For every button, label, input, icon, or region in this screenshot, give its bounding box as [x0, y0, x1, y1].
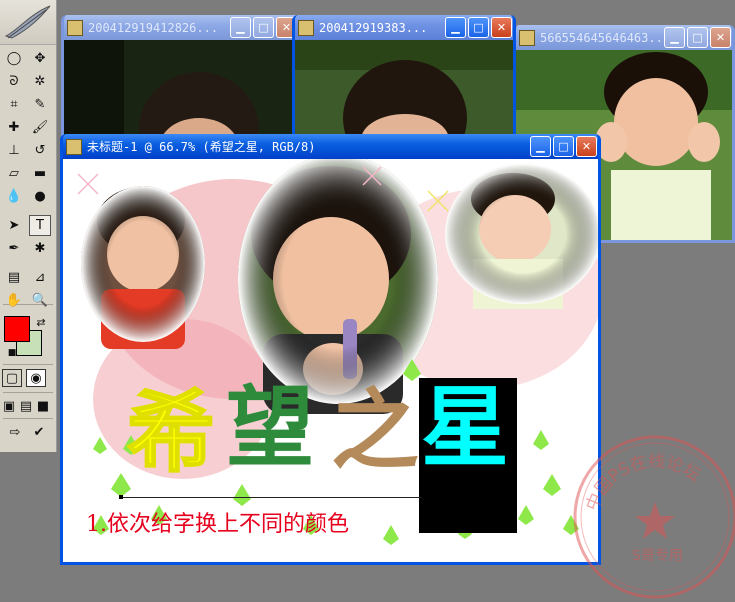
screen-mode-standard-icon[interactable]: ▣ — [1, 396, 17, 417]
close-button[interactable]: ✕ — [576, 136, 597, 157]
document-icon — [66, 138, 82, 155]
toolbox-panel: ⇄ ■ ▢ ◉ ▣ ▤ ■ ⇨ ✔ ◯ ✥ ᘐ ✲ ⌗ ✎ ✚ 🖌 ⊥ ↺ ▱ ▬ 💧 ● ➤ T ✒ ✱ ▤ ⊿ ✋ 🔍 — [0, 0, 57, 452]
gradient-tool-icon[interactable]: ▬ — [29, 163, 51, 184]
default-colors-icon[interactable]: ■ — [1, 342, 23, 363]
screen-mode-full-menu-icon[interactable]: ▤ — [18, 396, 34, 417]
window-title: 未标题-1 @ 66.7% (希望之星, RGB/8) — [87, 140, 316, 154]
tutorial-caption: 1.依次给字换上不同的颜色 — [86, 512, 349, 537]
edit-in-imageready-icon[interactable]: ✔ — [28, 422, 50, 443]
minimize-button[interactable]: ▁ — [530, 136, 551, 157]
headline-char-2: 望 — [226, 376, 315, 479]
path-selection-icon[interactable]: ➤ — [3, 215, 25, 236]
quick-mask-mode-icon[interactable]: ◉ — [26, 369, 46, 387]
document-icon — [67, 19, 83, 36]
eraser-tool-icon[interactable]: ▱ — [3, 163, 25, 184]
hand-tool-icon[interactable]: ✋ — [3, 290, 25, 311]
window-title: 200412919412826... — [88, 20, 219, 35]
window-titlebar[interactable]: 566554645646463... ▁ □ ✕ — [516, 25, 732, 50]
swap-colors-icon[interactable]: ⇄ — [30, 312, 52, 333]
marquee-tool-icon[interactable]: ◯ — [3, 48, 25, 69]
eyedropper-tool-icon[interactable]: ⊿ — [29, 267, 51, 288]
zoom-tool-icon[interactable]: 🔍 — [29, 290, 51, 311]
window-title: 200412919383... — [319, 20, 428, 35]
close-button[interactable]: ✕ — [710, 27, 731, 48]
clone-stamp-icon[interactable]: ⊥ — [3, 140, 25, 161]
magic-wand-tool-icon[interactable]: ✲ — [29, 71, 51, 92]
maximize-button[interactable]: □ — [687, 27, 708, 48]
standard-mode-icon[interactable]: ▢ — [2, 369, 22, 387]
brush-tool-icon[interactable]: 🖌 — [29, 117, 51, 138]
feather-logo-icon — [0, 0, 56, 45]
minimize-button[interactable]: ▁ — [445, 17, 466, 38]
blur-tool-icon[interactable]: 💧 — [3, 186, 25, 207]
healing-brush-icon[interactable]: ✚ — [3, 117, 25, 138]
lasso-tool-icon[interactable]: ᘐ — [3, 71, 25, 92]
photo-window-2[interactable]: 200412919383... ▁ □ ✕ — [292, 15, 516, 140]
photo-canvas — [295, 40, 513, 137]
minimize-button[interactable]: ▁ — [664, 27, 685, 48]
close-button[interactable]: ✕ — [491, 17, 512, 38]
maximize-button[interactable]: □ — [468, 17, 489, 38]
window-titlebar[interactable]: 200412919412826... ▁ □ ✕ — [64, 15, 298, 40]
document-icon — [298, 19, 314, 36]
text-baseline-guide — [121, 497, 421, 498]
pen-tool-icon[interactable]: ✒ — [3, 238, 25, 259]
notes-tool-icon[interactable]: ▤ — [3, 267, 25, 288]
image-canvas[interactable]: 希 望 之 星 — [63, 159, 598, 562]
collage-artwork — [77, 159, 598, 545]
dodge-tool-icon[interactable]: ● — [29, 186, 51, 207]
stamp-center-text: S哥专用 — [632, 548, 683, 564]
move-tool-icon[interactable]: ✥ — [29, 48, 51, 69]
crop-tool-icon[interactable]: ⌗ — [3, 94, 25, 115]
custom-shape-icon[interactable]: ✱ — [29, 238, 51, 259]
maximize-button[interactable]: □ — [553, 136, 574, 157]
maximize-button[interactable]: □ — [253, 17, 274, 38]
headline-char-4: 星 — [421, 376, 510, 479]
stamp-ring-text: 中国PS在线论坛 — [582, 452, 703, 514]
document-icon — [519, 29, 535, 46]
headline-char-1: 希 — [126, 381, 216, 484]
history-brush-icon[interactable]: ↺ — [29, 140, 51, 161]
window-titlebar[interactable]: 未标题-1 @ 66.7% (希望之星, RGB/8) ▁ □ ✕ — [63, 134, 598, 159]
minimize-button[interactable]: ▁ — [230, 17, 251, 38]
main-document-window[interactable]: 未标题-1 @ 66.7% (希望之星, RGB/8) ▁ □ ✕ 希 望 之 … — [60, 134, 601, 565]
foreground-color-swatch[interactable] — [4, 316, 30, 342]
headline-char-3: 之 — [331, 379, 420, 482]
text-anchor-handle[interactable] — [119, 495, 123, 499]
svg-text:中国PS在线论坛: 中国PS在线论坛 — [582, 452, 703, 514]
screen-mode-full-icon[interactable]: ■ — [35, 396, 51, 417]
jump-to-imageready-icon[interactable]: ⇨ — [4, 422, 26, 443]
photo-window-1[interactable]: 200412919412826... ▁ □ ✕ — [61, 15, 301, 150]
window-titlebar[interactable]: 200412919383... ▁ □ ✕ — [295, 15, 513, 40]
window-title: 566554645646463... — [540, 30, 664, 45]
forum-watermark-stamp: 中国PS在线论坛 S哥专用 — [573, 435, 735, 599]
slice-tool-icon[interactable]: ✎ — [29, 94, 51, 115]
photo-canvas — [64, 40, 298, 147]
type-tool-icon[interactable]: T — [29, 215, 51, 236]
